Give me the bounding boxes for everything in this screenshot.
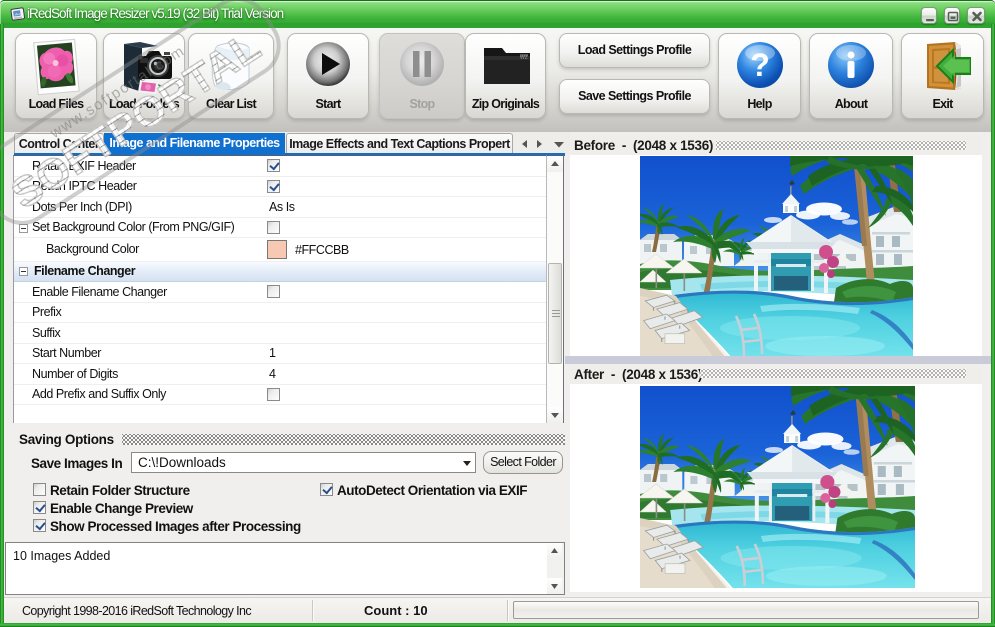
svg-text:WZ: WZ [520,55,528,61]
svg-text:?: ? [750,47,770,83]
